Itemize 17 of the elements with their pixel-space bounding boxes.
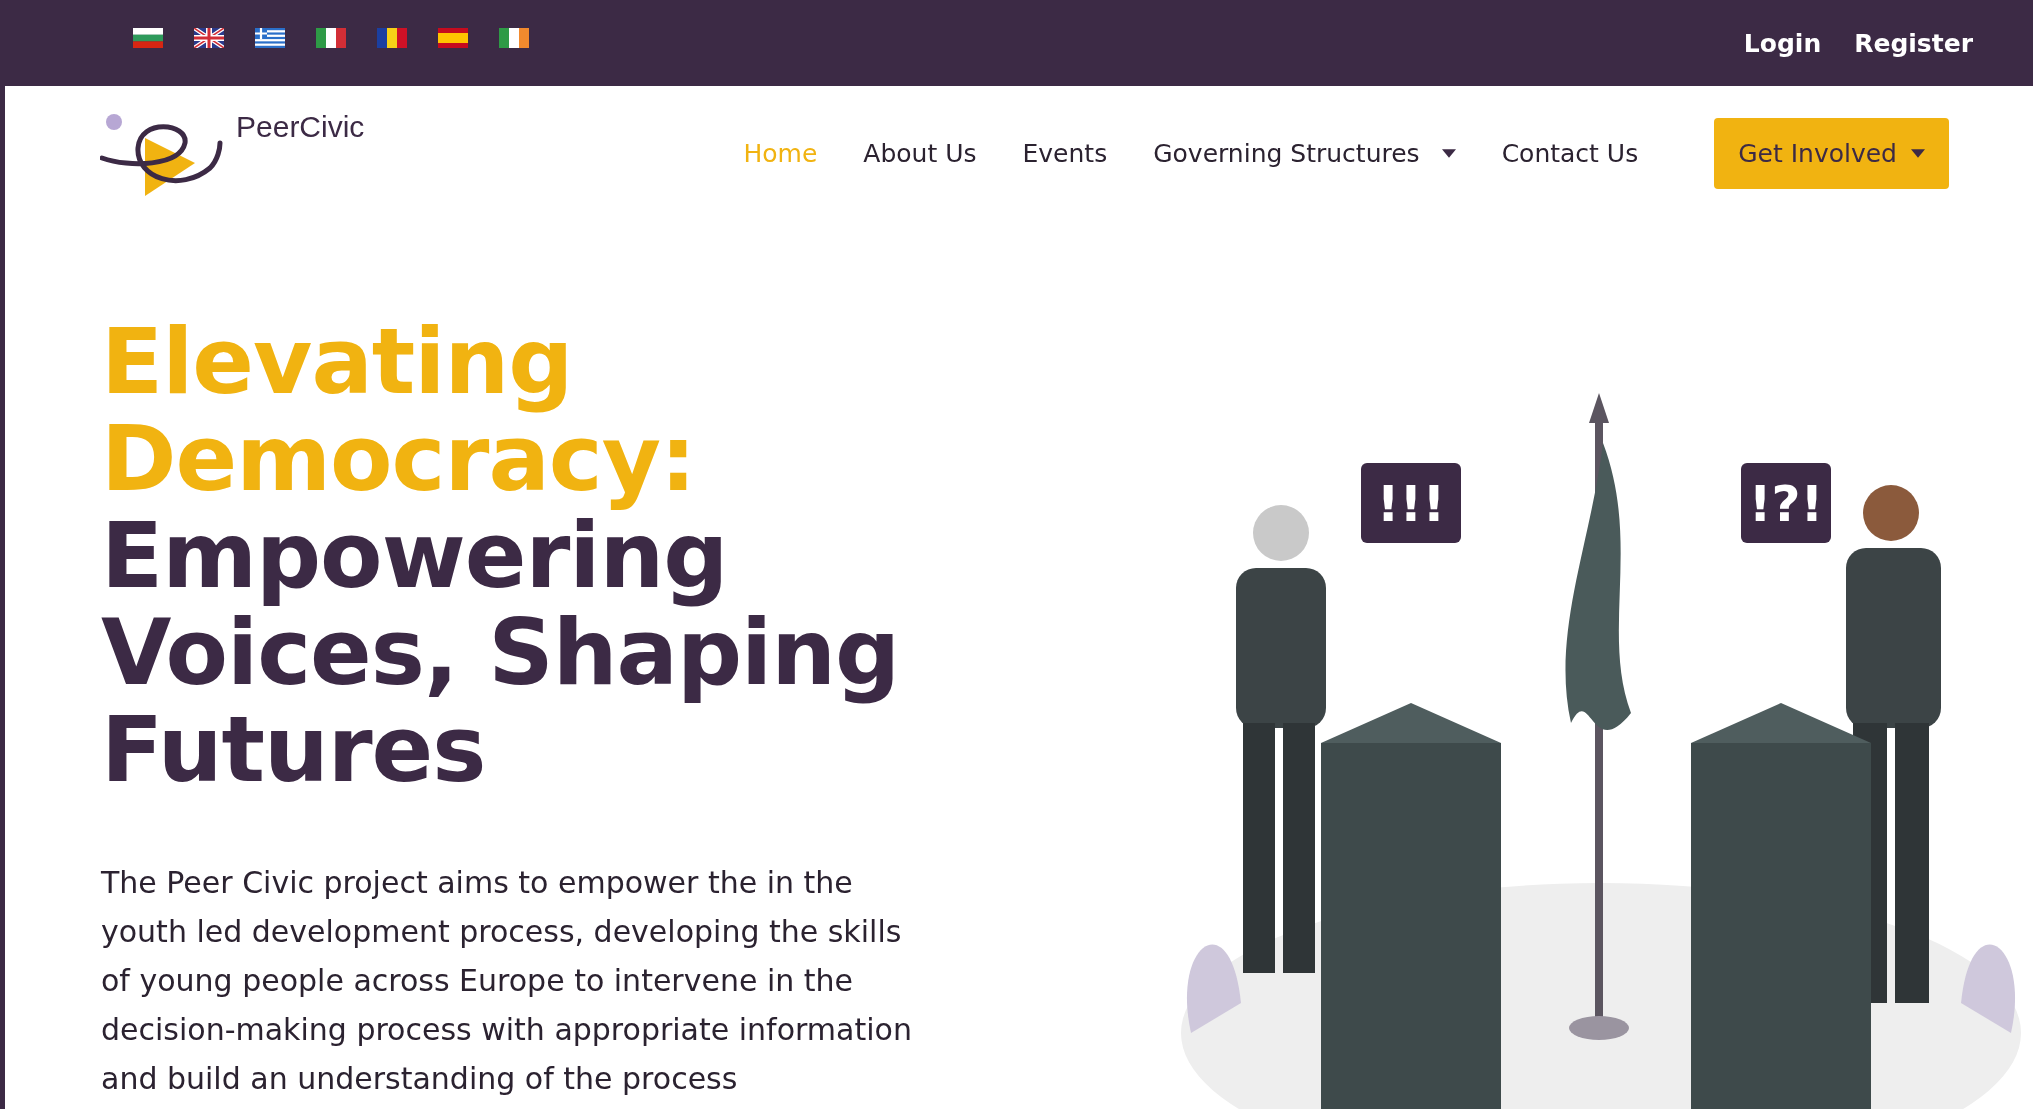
logo-text[interactable]: PeerCivic (236, 110, 365, 144)
flag-icon[interactable] (194, 28, 224, 48)
hero-title-line: Futures (101, 701, 486, 798)
nav-link[interactable]: Governing Structures (1153, 138, 1456, 168)
hero-description: The Peer Civic project aims to empower the in the youth led development process, developing the skills of young people across Europe to intervene in the decision-making process with appropriate information and build an understanding of the process (101, 864, 913, 1098)
flag-icon[interactable] (377, 28, 407, 48)
flag-icon[interactable] (316, 28, 346, 48)
speech-bubble-text: !!! (1376, 475, 1446, 533)
nav-link[interactable]: Contact Us (1501, 138, 1639, 168)
get-involved-button[interactable]: Get Involved (1714, 117, 1949, 189)
auth-link[interactable]: Register (1854, 28, 1973, 58)
nav-link[interactable]: Events (1022, 138, 1108, 168)
nav-link[interactable]: About Us (863, 138, 977, 168)
speech-bubble-text: !?! (1748, 475, 1824, 533)
auth-link[interactable]: Login (1743, 28, 1822, 58)
flag-icon[interactable] (133, 28, 163, 48)
flag-icon[interactable] (255, 28, 285, 48)
